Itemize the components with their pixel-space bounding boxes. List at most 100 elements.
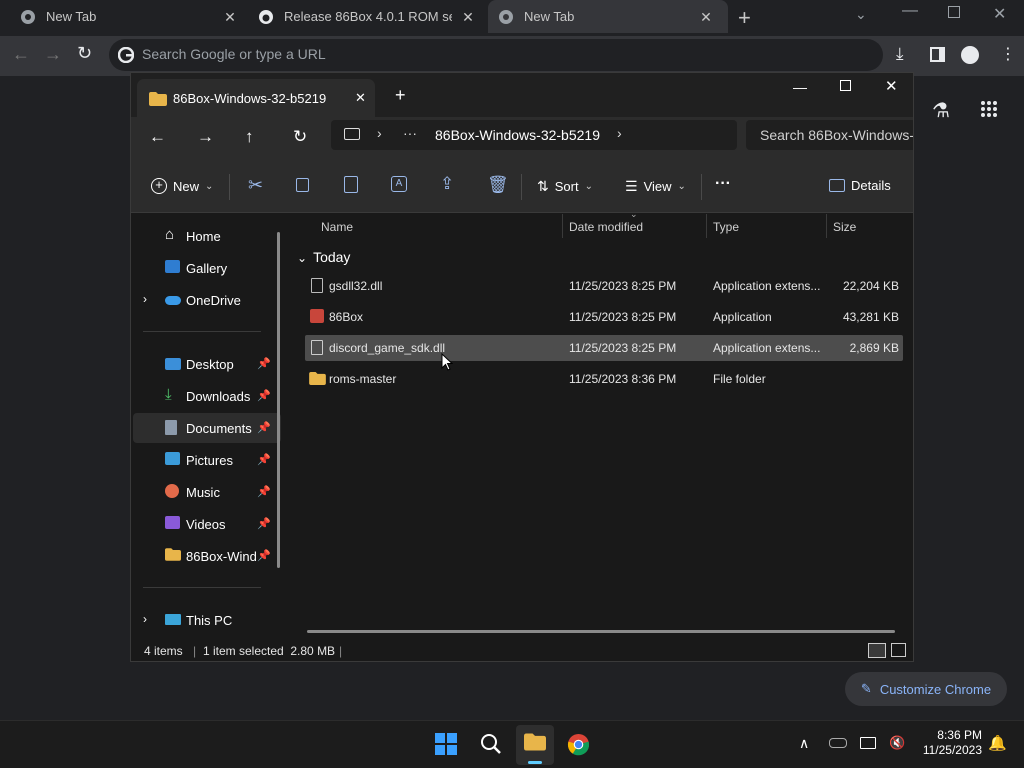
downloads-icon[interactable]: ⤓ [896,44,904,64]
nav-item-desktop[interactable]: Desktop 📌 [133,349,281,379]
view-button[interactable]: ☰ View ⌄ [625,178,686,195]
taskbar-explorer-button[interactable] [516,725,554,765]
pin-icon[interactable]: 📌 [257,389,271,402]
chrome-tab-1[interactable]: New Tab ✕ [14,0,242,33]
group-header-today[interactable]: ⌄ Today [297,249,350,265]
nav-item-this-pc[interactable]: › This PC [133,605,281,635]
pin-icon[interactable]: 📌 [257,485,271,498]
details-view-icon[interactable] [868,643,886,658]
labs-flask-icon[interactable]: ⚗ [932,98,950,123]
download-arrow-icon: ⤓ [165,386,172,403]
cut-scissors-icon[interactable]: ✂ [248,175,263,196]
chrome-taskbar-icon[interactable] [567,733,590,756]
nav-item-documents[interactable]: Documents 📌 [133,413,281,443]
customize-chrome-button[interactable]: ✎ Customize Chrome [845,672,1007,706]
back-arrow-icon[interactable]: ← [149,127,166,147]
copy-icon[interactable] [296,178,309,192]
notification-bell-icon[interactable]: 🔔 [988,734,1007,752]
nav-item-downloads[interactable]: ⤓ Downloads 📌 [133,381,281,411]
pin-icon[interactable]: 📌 [257,421,271,434]
file-size: 22,204 KB [842,279,899,293]
tab-search-chevron-icon[interactable]: ⌄ [855,6,867,23]
tray-chevron-up-icon[interactable]: ∧ [799,735,809,752]
minimize-icon[interactable]: — [902,2,918,20]
omnibox-placeholder[interactable]: Search Google or type a URL [142,46,326,62]
horizontal-scrollbar[interactable] [307,630,895,633]
windows-start-icon[interactable] [435,733,457,755]
table-row[interactable]: 86Box 11/25/2023 8:25 PM Application 43,… [305,304,903,330]
kebab-menu-icon[interactable]: ⋮ [1000,44,1016,64]
chrome-tab-2[interactable]: Release 86Box 4.0.1 ROM set · 86Box ✕ [252,0,480,33]
details-pane-button[interactable]: Details [829,178,891,193]
back-arrow-icon[interactable]: ← [12,44,30,65]
chevron-right-icon[interactable]: › [143,292,147,306]
chevron-right-icon[interactable]: › [377,125,382,141]
file-date: 11/25/2023 8:25 PM [569,341,677,355]
search-icon[interactable] [480,733,502,755]
close-icon[interactable]: ✕ [222,9,238,25]
delete-trash-icon[interactable]: 🗑 [487,175,509,195]
column-header-name[interactable]: Name [321,220,353,234]
minimize-icon[interactable]: — [793,79,807,95]
address-bar[interactable]: › ··· 86Box-Windows-32-b5219 › [331,120,737,150]
more-options-icon[interactable]: ··· [715,175,731,193]
side-panel-icon[interactable] [930,47,945,62]
rename-icon[interactable]: A [391,176,407,192]
chevron-right-icon[interactable]: › [143,612,147,626]
nav-item-86box-folder[interactable]: 86Box-Windows-32-b5219 📌 [133,541,281,571]
forward-arrow-icon[interactable]: → [197,127,214,147]
onedrive-offline-icon[interactable] [829,738,847,748]
column-header-date[interactable]: Date modified [569,220,643,234]
status-bar: 4 items | 1 item selected 2.80 MB | [131,639,913,661]
close-window-icon[interactable]: ✕ [993,4,1006,24]
search-input[interactable]: Search 86Box-Windows-32-b5219 [746,120,913,150]
forward-arrow-icon[interactable]: → [44,44,62,65]
breadcrumb-ellipsis[interactable]: ··· [403,125,417,141]
chrome-tab-3[interactable]: New Tab ✕ [488,0,728,33]
share-icon[interactable]: ⇪ [440,174,454,194]
column-header-type[interactable]: Type [713,220,739,234]
profile-avatar-icon[interactable] [961,46,979,64]
chevron-right-icon[interactable]: › [617,125,622,141]
tiles-view-icon[interactable] [891,643,906,657]
reload-icon[interactable]: ↻ [77,43,92,64]
up-arrow-icon[interactable]: ↑ [245,127,254,147]
chrome-tab-title: Release 86Box 4.0.1 ROM set · 86Box [284,9,452,24]
table-row[interactable]: discord_game_sdk.dll 11/25/2023 8:25 PM … [305,335,903,361]
pin-icon[interactable]: 📌 [257,517,271,530]
file-size: 43,281 KB [842,310,899,324]
close-icon[interactable]: ✕ [460,9,476,25]
maximize-icon[interactable] [840,80,851,91]
nav-item-home[interactable]: ⌂ Home [133,221,281,251]
nav-item-videos[interactable]: Videos 📌 [133,509,281,539]
command-bar: + New ⌄ ✂ A ⇪ 🗑 ⇅ Sort ⌄ ☰ View ⌄ ··· De… [131,161,913,213]
column-header-size[interactable]: Size [833,220,856,234]
new-button[interactable]: + New ⌄ [151,178,213,194]
nav-item-onedrive[interactable]: › OneDrive [133,285,281,315]
nav-scrollbar[interactable] [277,232,280,568]
close-window-icon[interactable]: ✕ [885,77,898,95]
refresh-icon[interactable]: ↻ [293,127,307,147]
taskbar-clock[interactable]: 8:36 PM 11/25/2023 [912,728,982,758]
new-tab-plus-icon[interactable]: + [395,85,406,106]
nav-item-music[interactable]: Music 📌 [133,477,281,507]
chevron-down-icon: ⌄ [584,181,593,192]
volume-muted-icon[interactable]: 🔇 [889,735,905,751]
explorer-tab[interactable]: 86Box-Windows-32-b5219 ✕ [137,79,375,117]
table-row[interactable]: gsdll32.dll 11/25/2023 8:25 PM Applicati… [305,273,903,299]
sort-button[interactable]: ⇅ Sort ⌄ [537,178,593,195]
new-tab-plus-icon[interactable]: + [738,5,751,31]
apps-grid-icon[interactable] [980,100,998,118]
close-icon[interactable]: ✕ [355,90,366,106]
nav-item-gallery[interactable]: Gallery [133,253,281,283]
restore-icon[interactable] [948,6,960,18]
pin-icon[interactable]: 📌 [257,357,271,370]
pin-icon[interactable]: 📌 [257,549,271,562]
pin-icon[interactable]: 📌 [257,453,271,466]
paste-clipboard-icon[interactable] [344,176,358,193]
network-monitor-icon[interactable] [860,737,876,749]
table-row[interactable]: roms-master 11/25/2023 8:36 PM File fold… [305,366,903,392]
breadcrumb-folder[interactable]: 86Box-Windows-32-b5219 [435,127,600,143]
close-icon[interactable]: ✕ [698,9,714,25]
nav-item-pictures[interactable]: Pictures 📌 [133,445,281,475]
